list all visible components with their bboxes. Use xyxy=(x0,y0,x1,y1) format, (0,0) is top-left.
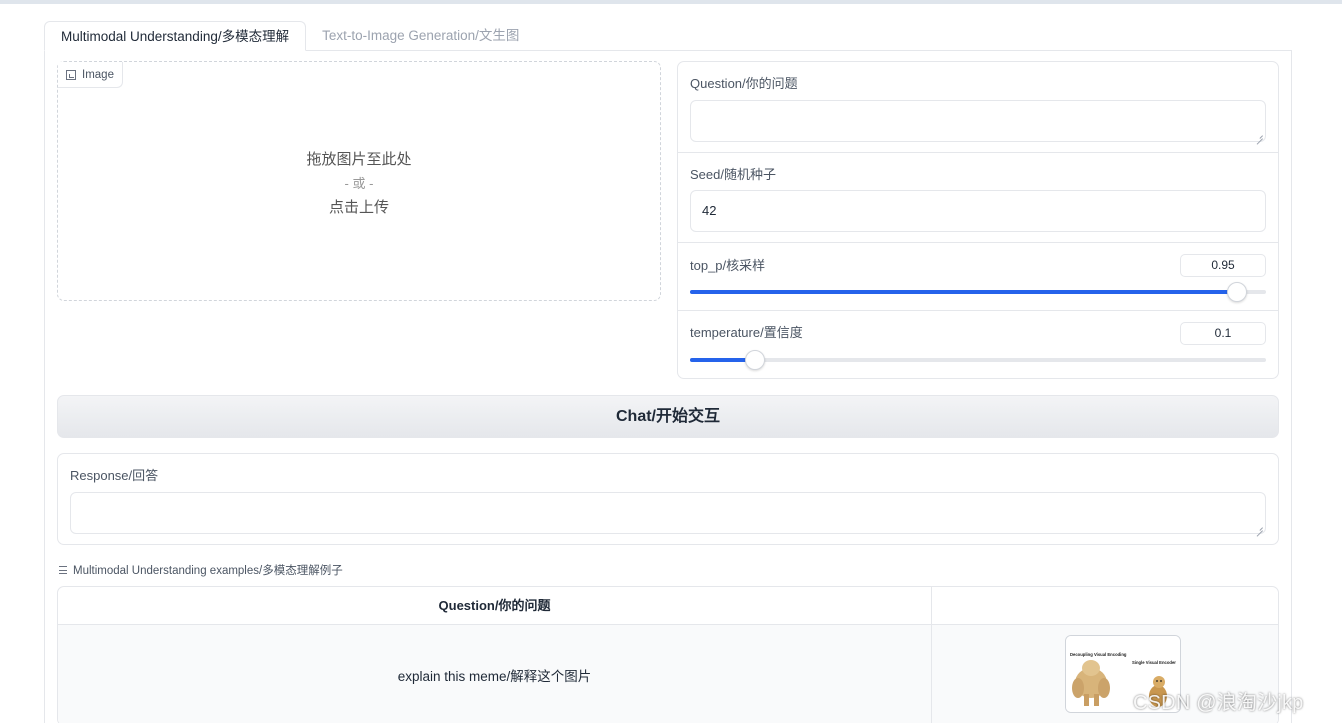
image-icon xyxy=(66,69,76,80)
top-border xyxy=(0,0,1342,4)
tab-bar: Multimodal Understanding/多模态理解 Text-to-I… xyxy=(44,21,535,51)
meme-caption-right: Single Visual Encoder xyxy=(1132,660,1176,665)
resize-handle-icon[interactable] xyxy=(1255,523,1263,531)
csdn-watermark: CSDN @浪淘沙jkp xyxy=(1133,692,1304,714)
question-field: Question/你的问题 xyxy=(678,62,1278,153)
top-p-number-input[interactable]: 0.95 xyxy=(1180,254,1266,277)
examples-heading: Multimodal Understanding examples/多模态理解例… xyxy=(59,562,343,578)
examples-label: Multimodal Understanding examples/多模态理解例… xyxy=(73,565,343,577)
or-text: - 或 - xyxy=(344,176,374,191)
top-p-label: top_p/核采样 xyxy=(690,258,766,273)
list-icon xyxy=(59,566,67,574)
table-row[interactable]: explain this meme/解释这个图片 Decoupling Visu… xyxy=(58,625,1278,723)
response-output[interactable] xyxy=(70,492,1266,534)
column-header-image xyxy=(932,587,1278,625)
seed-label: Seed/随机种子 xyxy=(690,167,776,182)
temperature-slider-thumb[interactable] xyxy=(745,350,766,370)
click-upload-text: 点击上传 xyxy=(328,199,389,216)
question-label: Question/你的问题 xyxy=(690,76,798,91)
temperature-label: temperature/置信度 xyxy=(690,325,803,340)
drop-instructions: 拖放图片至此处 - 或 - 点击上传 xyxy=(58,148,660,220)
tab-multimodal-understanding[interactable]: Multimodal Understanding/多模态理解 xyxy=(44,21,307,51)
tab-text-to-image[interactable]: Text-to-Image Generation/文生图 xyxy=(306,21,535,51)
top-p-slider[interactable] xyxy=(690,282,1266,302)
temperature-slider[interactable] xyxy=(690,350,1266,370)
top-p-field: top_p/核采样 0.95 xyxy=(678,243,1278,311)
drop-text: 拖放图片至此处 xyxy=(306,151,412,168)
temperature-field: temperature/置信度 0.1 xyxy=(678,311,1278,379)
seed-field: Seed/随机种子 42 xyxy=(678,153,1278,243)
top-p-slider-fill xyxy=(690,290,1238,294)
question-input[interactable] xyxy=(690,100,1266,142)
image-label: Image xyxy=(58,62,123,88)
resize-handle-icon[interactable] xyxy=(1255,131,1263,139)
response-label: Response/回答 xyxy=(70,468,159,483)
seed-input[interactable]: 42 xyxy=(690,190,1266,232)
temperature-number-input[interactable]: 0.1 xyxy=(1180,322,1266,345)
meme-caption-left: Decoupling Visual Encoding xyxy=(1070,652,1127,657)
response-field: Response/回答 xyxy=(57,453,1279,545)
top-p-slider-thumb[interactable] xyxy=(1227,282,1248,302)
examples-table: Question/你的问题 explain this meme/解释这个图片 D… xyxy=(57,586,1279,723)
image-label-text: Image xyxy=(82,68,114,81)
image-upload-dropzone[interactable]: Image 拖放图片至此处 - 或 - 点击上传 xyxy=(57,61,661,301)
column-header-question: Question/你的问题 xyxy=(58,587,932,625)
parameters-form: Question/你的问题 Seed/随机种子 42 top_p/核采样 0.9… xyxy=(677,61,1279,379)
chat-button[interactable]: Chat/开始交互 xyxy=(57,395,1279,438)
example-question[interactable]: explain this meme/解释这个图片 xyxy=(58,625,932,723)
examples-table-header: Question/你的问题 xyxy=(58,587,1278,625)
